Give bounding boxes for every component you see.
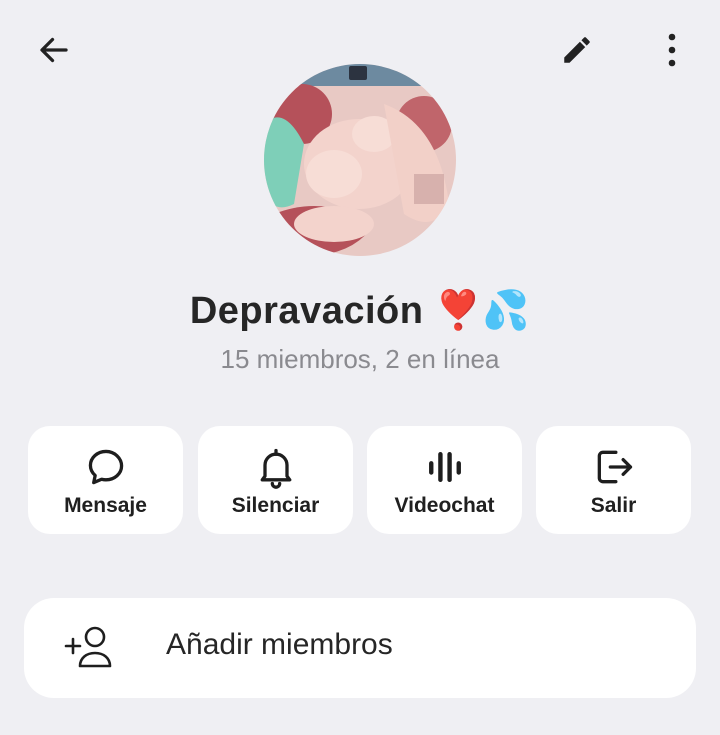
leave-button[interactable]: Salir (536, 426, 691, 534)
group-name-emoji: ❣️💦 (434, 288, 531, 332)
bell-icon (260, 448, 291, 489)
pencil-icon (564, 37, 590, 63)
arrow-left-icon (40, 37, 68, 63)
add-members-label: Añadir miembros (166, 628, 393, 661)
videochat-button[interactable]: Videochat (367, 426, 522, 534)
back-button[interactable] (22, 22, 86, 78)
add-user-icon (64, 626, 112, 668)
logout-icon (597, 450, 632, 484)
more-options-button[interactable] (646, 22, 698, 78)
group-title: Depravación ❣️💦 (0, 288, 720, 333)
member-status: 15 miembros, 2 en línea (220, 344, 500, 374)
edit-button[interactable] (546, 22, 608, 78)
mute-button[interactable]: Silenciar (198, 426, 353, 534)
group-avatar-image (264, 64, 456, 256)
leave-button-label: Salir (590, 494, 637, 517)
add-members-button[interactable]: Añadir miembros (24, 598, 696, 698)
group-avatar[interactable] (264, 64, 456, 256)
mute-button-label: Silenciar (231, 494, 320, 517)
videochat-button-label: Videochat (394, 494, 495, 517)
message-button-label: Mensaje (64, 494, 147, 517)
message-button[interactable]: Mensaje (28, 426, 183, 534)
message-bubble-icon (88, 449, 123, 485)
more-vertical-icon (668, 33, 676, 67)
action-bar: Mensaje Silenciar Videochat Salir (28, 426, 692, 534)
group-name-text: Depravación (189, 290, 424, 332)
audio-bars-icon (428, 451, 461, 483)
